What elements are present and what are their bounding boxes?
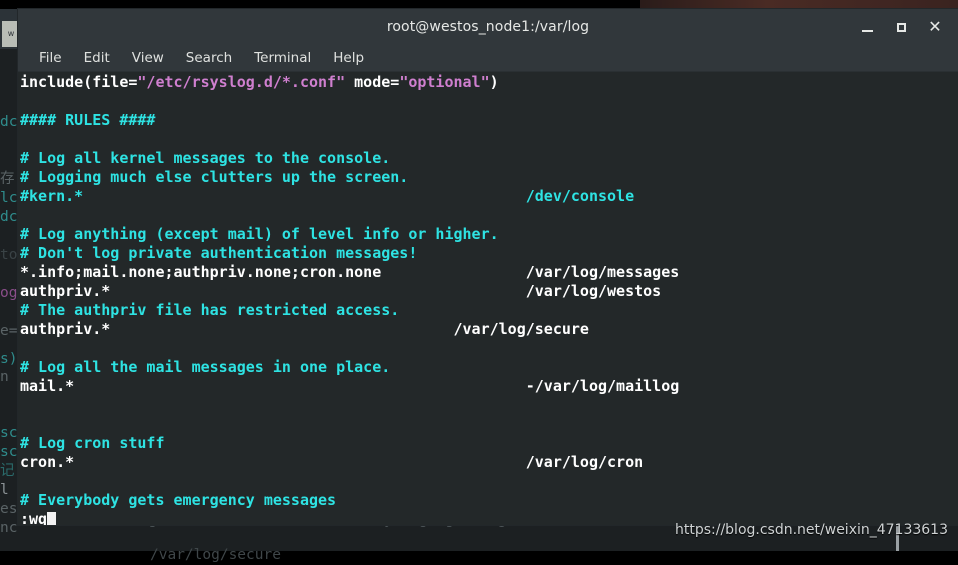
terminal-line: # Don't log private authentication messa…: [18, 244, 958, 263]
terminal-text: #kern.*: [20, 187, 84, 205]
terminal-text: authpriv.*: [20, 320, 111, 338]
background-text-fragment: 记: [0, 463, 15, 479]
background-text-fragment: lc: [0, 190, 18, 206]
minimize-button[interactable]: [850, 12, 884, 42]
menu-item-edit[interactable]: Edit: [75, 48, 119, 68]
terminal-line: # The authpriv file has restricted acces…: [18, 301, 958, 320]
terminal-text: /var/log/secure: [453, 320, 589, 338]
terminal-text: # Log all the mail messages in one place…: [20, 358, 391, 376]
terminal-line: mail.* -/var/log/maillog: [18, 377, 958, 396]
background-text-fragment: to: [0, 247, 18, 263]
watermark-url: https://blog.csdn.net/weixin_47133613: [674, 522, 948, 538]
menu-item-file[interactable]: File: [30, 48, 71, 68]
terminal-text: :wq: [20, 510, 48, 525]
terminal-line: authpriv.* /var/log/secure: [18, 320, 958, 339]
window-titlebar[interactable]: root@westos_node1:/var/log ✕: [18, 9, 958, 45]
terminal-text: authpriv.*: [20, 282, 111, 300]
terminal-window[interactable]: root@westos_node1:/var/log ✕ File Edit V…: [18, 9, 958, 525]
background-terminal-footer-line-2: /var/log/secure: [150, 547, 281, 563]
terminal-text: include(file=: [20, 73, 138, 91]
background-text-fragment: dc: [0, 209, 18, 225]
terminal-text: "optional": [399, 73, 490, 91]
terminal-text: # Logging much else clutters up the scre…: [20, 168, 409, 186]
terminal-text: # Don't log private authentication messa…: [20, 244, 418, 262]
terminal-line: # Log all kernel messages to the console…: [18, 149, 958, 168]
menu-item-terminal[interactable]: Terminal: [245, 48, 320, 68]
terminal-text: /dev/console: [525, 187, 635, 205]
close-button[interactable]: ✕: [918, 12, 952, 42]
terminal-text: # Log cron stuff: [20, 434, 165, 452]
maximize-button[interactable]: [884, 12, 918, 42]
terminal-text: # The authpriv file has restricted acces…: [20, 301, 400, 319]
terminal-line: # Everybody gets emergency messages: [18, 491, 958, 510]
terminal-line: # Logging much else clutters up the scre…: [18, 168, 958, 187]
minimize-icon: [861, 30, 873, 32]
terminal-text: cron.*: [20, 453, 75, 471]
background-text-fragment: n: [0, 369, 9, 385]
terminal-text: /var/log/cron: [525, 453, 644, 471]
terminal-text: ): [489, 73, 499, 91]
menu-item-search[interactable]: Search: [177, 48, 241, 68]
background-text-fragment: e=: [0, 323, 18, 339]
terminal-line: #### RULES ####: [18, 111, 958, 130]
terminal-line: # Log all the mail messages in one place…: [18, 358, 958, 377]
terminal-line: authpriv.* /var/log/westos: [18, 282, 958, 301]
background-text-fragment: og: [0, 285, 18, 301]
window-title: root@westos_node1:/var/log: [386, 19, 590, 35]
maximize-icon: [896, 22, 906, 32]
terminal-text: "/etc/rsyslog.d/*.conf": [137, 73, 346, 91]
terminal-text: *.info;mail.none;authpriv.none;cron.none: [20, 263, 382, 281]
terminal-text: /var/log/westos: [525, 282, 662, 300]
terminal-line: *.info;mail.none;authpriv.none;cron.none…: [18, 263, 958, 282]
background-text-fragment: sc: [0, 444, 18, 460]
close-icon: ✕: [928, 17, 942, 36]
terminal-text: #### RULES ####: [20, 111, 156, 129]
terminal-text: # Log anything (except mail) of level in…: [20, 225, 499, 243]
text-cursor: [47, 512, 57, 525]
background-text-fragment: s): [0, 351, 18, 367]
terminal-line: # Log anything (except mail) of level in…: [18, 225, 958, 244]
desktop-strip-left: [0, 0, 640, 9]
terminal-line: # Log cron stuff: [18, 434, 958, 453]
menu-item-view[interactable]: View: [123, 48, 173, 68]
window-controls[interactable]: ✕: [850, 9, 952, 45]
background-text-fragment: 存: [0, 171, 15, 187]
terminal-text: -/var/log/maillog: [525, 377, 680, 395]
terminal-line: cron.* /var/log/cron: [18, 453, 958, 472]
terminal-line: include(file="/etc/rsyslog.d/*.conf" mod…: [18, 73, 958, 92]
terminal-text: # Log all kernel messages to the console…: [20, 149, 391, 167]
menu-item-help[interactable]: Help: [324, 48, 373, 68]
terminal-text: mail.*: [20, 377, 75, 395]
desktop-strip-right: [640, 0, 958, 9]
terminal-screen[interactable]: include(file="/etc/rsyslog.d/*.conf" mod…: [18, 72, 958, 525]
terminal-text: /var/log/messages: [525, 263, 680, 281]
background-text-fragment: sc: [0, 425, 18, 441]
terminal-text: mode=: [345, 73, 400, 91]
terminal-line: #kern.* /dev/console: [18, 187, 958, 206]
background-text-fragment: dc: [0, 114, 18, 130]
terminal-text: # Everybody gets emergency messages: [20, 491, 337, 509]
menubar[interactable]: File Edit View Search Terminal Help: [18, 45, 958, 72]
